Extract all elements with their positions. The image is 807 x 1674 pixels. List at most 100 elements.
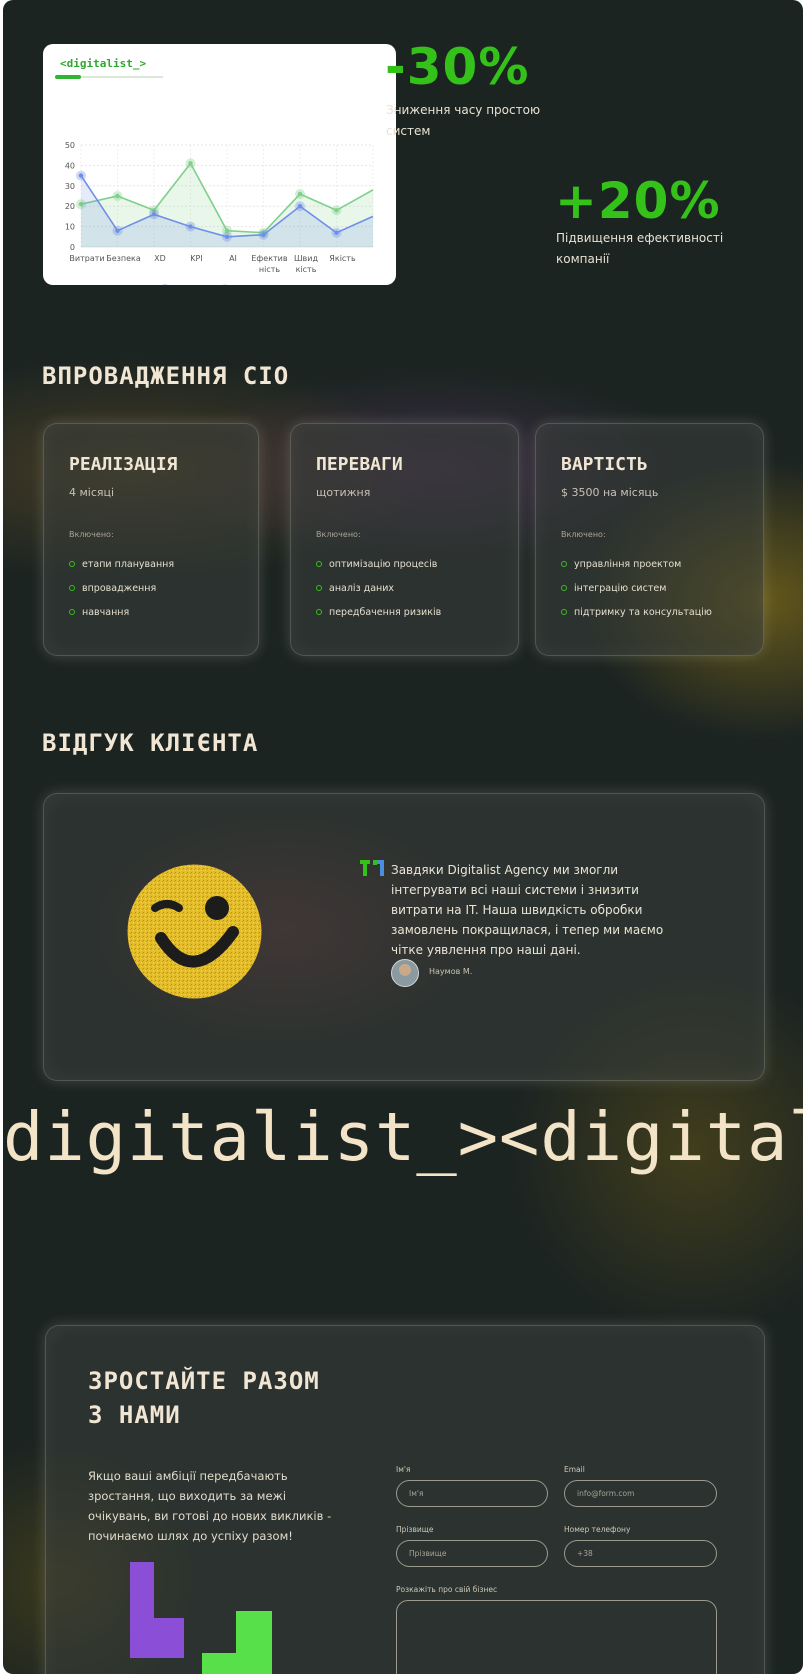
pricing-card-feature-list: управління проектом інтеграцію систем пі…	[561, 552, 712, 624]
x-tick-label: Витрати	[69, 254, 104, 263]
section-title-cio: ВПРОВАДЖЕННЯ CIO	[42, 362, 290, 390]
page: <digitalist_> 0 10 20 30 40 50 Витрати Безпека X…	[3, 0, 803, 1674]
author-avatar	[391, 959, 419, 987]
data-point	[261, 232, 266, 237]
feature-item: аналіз даних	[316, 576, 441, 600]
surname-input[interactable]: Прізвище	[396, 1540, 548, 1567]
pricing-card-cost: ВАРТІСТЬ $ 3500 на місяць Включено: упра…	[535, 423, 764, 656]
pricing-card-title: РЕАЛІЗАЦІЯ	[69, 454, 178, 475]
bullet-icon	[316, 585, 322, 591]
feature-text: етапи планування	[82, 558, 175, 570]
contact-card: ЗРОСТАЙТЕ РАЗОМ З НАМИ Якщо ваші амбіції…	[45, 1325, 765, 1674]
contact-title-line: ЗРОСТАЙТЕ РАЗОМ	[88, 1367, 320, 1395]
stat-value-downtime: -30%	[385, 38, 530, 96]
stat-desc-line: компанії	[556, 252, 610, 266]
pricing-card-subtitle: $ 3500 на місяць	[561, 486, 659, 499]
y-tick-label: 30	[65, 182, 75, 191]
data-point	[297, 191, 303, 197]
legend-swatch-halo	[222, 284, 228, 285]
feature-text: управління проектом	[574, 558, 682, 570]
bullet-icon	[69, 585, 75, 591]
pricing-card-subtitle: 4 місяці	[69, 486, 115, 499]
bullet-icon	[561, 585, 567, 591]
bullet-icon	[561, 609, 567, 615]
phone-input[interactable]: +38	[564, 1540, 717, 1567]
x-tick-label: Ефектив ність	[251, 254, 288, 274]
stat-desc-line: Підвищення ефективності	[556, 231, 724, 245]
name-input[interactable]: Ім'я	[396, 1480, 548, 1507]
x-tick-label: Швид кість	[294, 254, 318, 274]
review-card: Завдяки Digitalist Agency ми змогли інте…	[43, 793, 765, 1081]
feature-text: навчання	[82, 606, 130, 618]
feature-item: інтеграцію систем	[561, 576, 712, 600]
pricing-card-feature-list: етапи планування впровадження навчання	[69, 552, 174, 624]
author-name: Наумов М.	[429, 967, 473, 976]
legend-swatch-halo	[162, 284, 168, 285]
pricing-card-title: ПЕРЕВАГИ	[316, 454, 403, 475]
stat-desc-line: систем	[386, 124, 431, 138]
stat-desc-downtime: Зниження часу простою систем	[386, 100, 540, 142]
bullet-icon	[69, 561, 75, 567]
y-tick-label: 20	[65, 202, 75, 211]
x-tick-label: Безпека	[106, 254, 141, 263]
stat-desc-efficiency: Підвищення ефективності компанії	[556, 228, 723, 270]
x-tick-label: AI	[229, 254, 237, 263]
pricing-card-included-label: Включено:	[561, 530, 606, 539]
data-point	[115, 193, 120, 199]
feature-text: передбачення ризиків	[329, 606, 442, 618]
y-tick-label: 0	[70, 243, 75, 252]
name-label: Ім'я	[396, 1465, 411, 1474]
feature-item: етапи планування	[69, 552, 174, 576]
pricing-card-implementation: РЕАЛІЗАЦІЯ 4 місяці Включено: етапи план…	[43, 423, 259, 656]
y-tick-label: 10	[65, 223, 75, 232]
x-tick-label: KPI	[190, 254, 202, 263]
contact-description: Якщо ваші амбіції передбачають зростання…	[88, 1469, 332, 1543]
email-label: Email	[564, 1465, 585, 1474]
pricing-card-included-label: Включено:	[316, 530, 361, 539]
feature-item: підтримку та консультацію	[561, 600, 712, 624]
surname-label: Прізвище	[396, 1525, 434, 1534]
data-point	[224, 234, 230, 239]
tetris-green-shape	[202, 1611, 272, 1674]
feature-text: інтеграцію систем	[574, 582, 667, 594]
chart-card: <digitalist_> 0 10 20 30 40 50 Витрати Безпека X…	[43, 44, 396, 285]
email-input[interactable]: info@form.com	[564, 1480, 717, 1507]
business-textarea[interactable]	[396, 1600, 717, 1674]
brand-marquee: digitalist_><digitalist_><digitalist_>	[3, 1098, 803, 1176]
winking-smiley-icon	[127, 864, 262, 999]
phone-label: Номер телефону	[564, 1525, 631, 1534]
review-text: Завдяки Digitalist Agency ми змогли інте…	[391, 863, 664, 957]
data-point	[188, 224, 193, 229]
line-chart: 0 10 20 30 40 50 Витрати Безпека XD KPI AI Ефектив н…	[65, 141, 374, 285]
bullet-icon	[69, 609, 75, 615]
data-point	[334, 208, 339, 213]
feature-text: оптимізацію процесів	[329, 558, 438, 570]
section-title-review: ВІДГУК КЛІЄНТА	[42, 729, 259, 757]
feature-item: впровадження	[69, 576, 174, 600]
x-tick-label: XD	[154, 254, 166, 263]
data-point	[115, 228, 120, 233]
bullet-icon	[316, 561, 322, 567]
feature-item: навчання	[69, 600, 174, 624]
pricing-card-benefits: ПЕРЕВАГИ щотижня Включено: оптимізацію п…	[290, 423, 519, 656]
data-point	[151, 212, 157, 217]
pricing-card-included-label: Включено:	[69, 530, 114, 539]
feature-item: оптимізацію процесів	[316, 552, 441, 576]
feature-text: аналіз даних	[329, 582, 395, 594]
pricing-card-subtitle: щотижня	[316, 486, 371, 499]
contact-title: ЗРОСТАЙТЕ РАЗОМ З НАМИ	[88, 1364, 320, 1432]
data-point	[334, 230, 339, 235]
feature-text: підтримку та консультацію	[574, 606, 712, 618]
data-point	[297, 204, 303, 209]
y-tick-label: 40	[65, 161, 75, 170]
quote-icon	[360, 860, 384, 876]
feature-item: управління проектом	[561, 552, 712, 576]
stat-desc-line: Зниження часу простою	[386, 103, 541, 117]
bullet-icon	[316, 609, 322, 615]
y-tick-label: 50	[65, 141, 75, 150]
business-label: Розкажіть про свій бізнес	[396, 1585, 498, 1594]
x-tick-label: Якість	[329, 254, 356, 263]
tetris-purple-shape	[130, 1562, 184, 1658]
data-point	[78, 173, 84, 178]
pricing-card-title: ВАРТІСТЬ	[561, 454, 648, 475]
